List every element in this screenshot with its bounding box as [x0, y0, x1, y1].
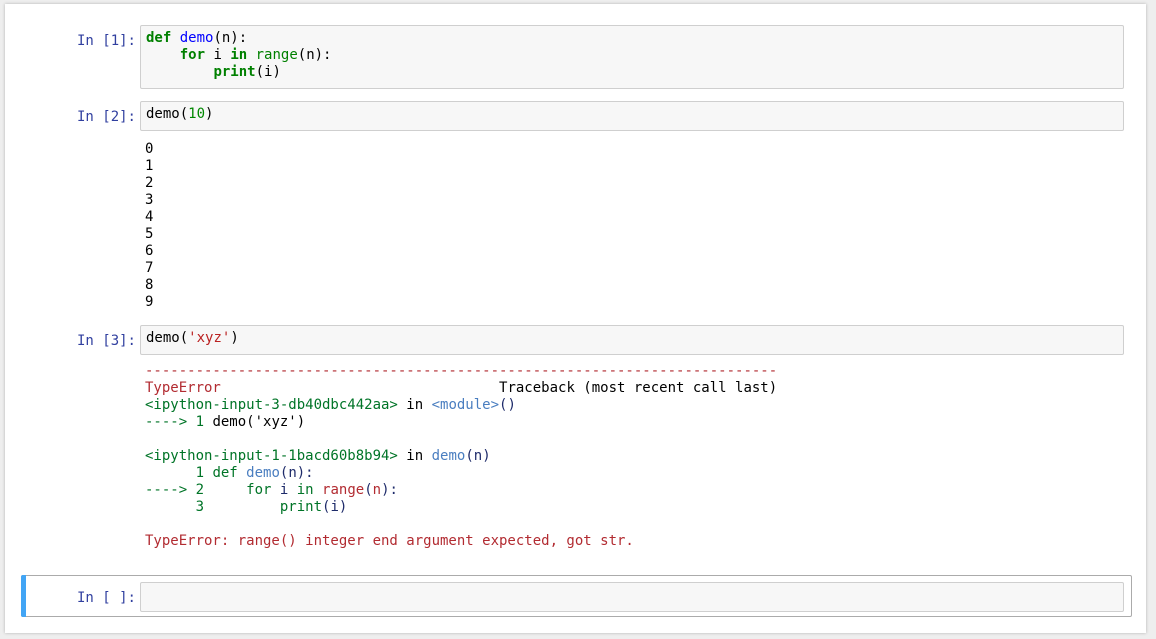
code-editor[interactable]: def demo(n): for i in range(n): print(i)	[140, 25, 1124, 89]
traceback-code: print	[279, 499, 323, 515]
traceback-code: demo	[246, 465, 280, 481]
traceback-func: demo	[431, 448, 466, 464]
code-token: range	[255, 47, 298, 63]
input-prompt: In [ ]:	[76, 590, 136, 606]
traceback-line-number: 3	[145, 499, 213, 515]
code-editor[interactable]: demo('xyz')	[140, 325, 1124, 355]
output-line: 0	[145, 141, 154, 157]
cell-output: 0 1 2 3 4 5 6 7 8 9	[145, 141, 153, 311]
traceback-code: in	[296, 482, 314, 498]
input-prompt: In [2]:	[76, 109, 136, 125]
code-token: def	[146, 30, 172, 46]
code-token: demo	[146, 330, 180, 346]
output-line: 5	[145, 226, 154, 242]
code-token: i	[205, 47, 231, 63]
output-line: 8	[145, 277, 154, 293]
traceback-text: in	[397, 448, 432, 464]
output-line: 7	[145, 260, 154, 276]
traceback-text: ()	[499, 397, 516, 413]
code-token: demo	[179, 30, 214, 46]
code-token: print	[213, 64, 256, 80]
traceback-code: for	[246, 482, 272, 498]
output-line: 4	[145, 209, 154, 225]
traceback-file: <ipython-input-1-1bacd60b8b94>	[145, 448, 398, 464]
output-line: 3	[145, 192, 154, 208]
traceback-code: def	[212, 465, 238, 481]
traceback-code: )	[338, 499, 348, 515]
code-token: for	[179, 47, 206, 63]
traceback-arrow: ----> 2	[145, 482, 213, 498]
traceback-text: in	[397, 397, 432, 413]
traceback-separator: ----------------------------------------…	[145, 363, 778, 379]
output-line: 2	[145, 175, 154, 191]
traceback-code	[238, 465, 246, 481]
code-token: (	[179, 106, 189, 122]
notebook-container: In [1]: def demo(n): for i in range(n): …	[5, 4, 1146, 633]
code-token: )	[205, 106, 214, 122]
traceback-text: (	[465, 448, 474, 464]
traceback-code: (n):	[279, 465, 314, 481]
output-line: 9	[145, 294, 154, 310]
traceback-code	[212, 499, 279, 515]
traceback-text: n	[473, 448, 483, 464]
traceback-code: i	[330, 499, 339, 515]
code-token: (	[179, 330, 189, 346]
code-editor[interactable]	[140, 582, 1124, 612]
traceback-code: ):	[381, 482, 398, 498]
traceback-error-name: TypeError	[145, 380, 221, 396]
code-token: (i)	[255, 64, 281, 80]
traceback-code: demo('xyz')	[212, 414, 306, 430]
error-traceback: ----------------------------------------…	[145, 363, 777, 550]
traceback-line-number: 1	[145, 465, 213, 481]
code-token: demo	[146, 106, 180, 122]
code-token: 'xyz'	[188, 330, 231, 346]
traceback-arrow: ----> 1	[145, 414, 213, 430]
traceback-code: i	[271, 482, 297, 498]
code-token: 10	[188, 106, 206, 122]
code-token: )	[230, 330, 239, 346]
output-line: 6	[145, 243, 154, 259]
traceback-code: (	[364, 482, 373, 498]
code-token: (n):	[213, 30, 248, 46]
input-prompt: In [3]:	[76, 333, 136, 349]
traceback-header: Traceback (most recent call last)	[499, 380, 778, 396]
traceback-code: range	[322, 482, 365, 498]
code-token: (n):	[297, 47, 332, 63]
input-prompt: In [1]:	[76, 33, 136, 49]
output-line: 1	[145, 158, 154, 174]
code-token: in	[230, 47, 248, 63]
traceback-final-error: TypeError: range() integer end argument …	[145, 533, 634, 549]
traceback-code: n	[372, 482, 382, 498]
traceback-code	[314, 482, 322, 498]
traceback-module: <module>	[431, 397, 500, 413]
traceback-code	[212, 482, 246, 498]
code-editor[interactable]: demo(10)	[140, 101, 1124, 131]
traceback-text: )	[482, 448, 491, 464]
traceback-file: <ipython-input-3-db40dbc442aa>	[145, 397, 398, 413]
